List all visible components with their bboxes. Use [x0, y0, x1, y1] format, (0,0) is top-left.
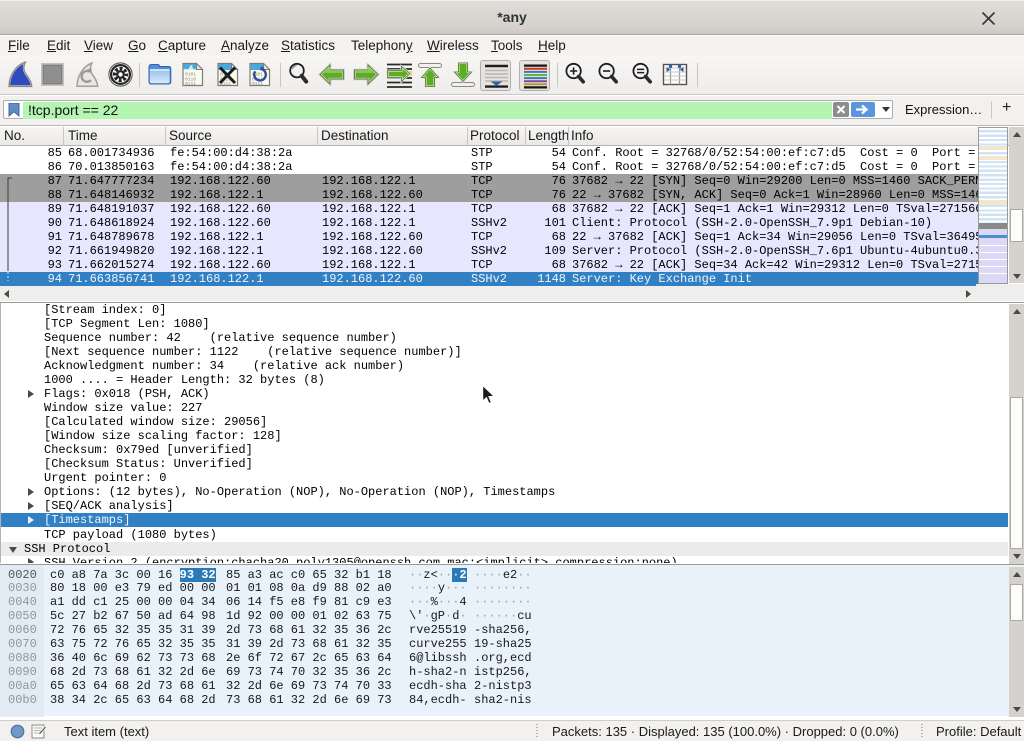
svg-text:0111: 0111: [252, 81, 263, 87]
svg-text:0111: 0111: [185, 81, 196, 87]
